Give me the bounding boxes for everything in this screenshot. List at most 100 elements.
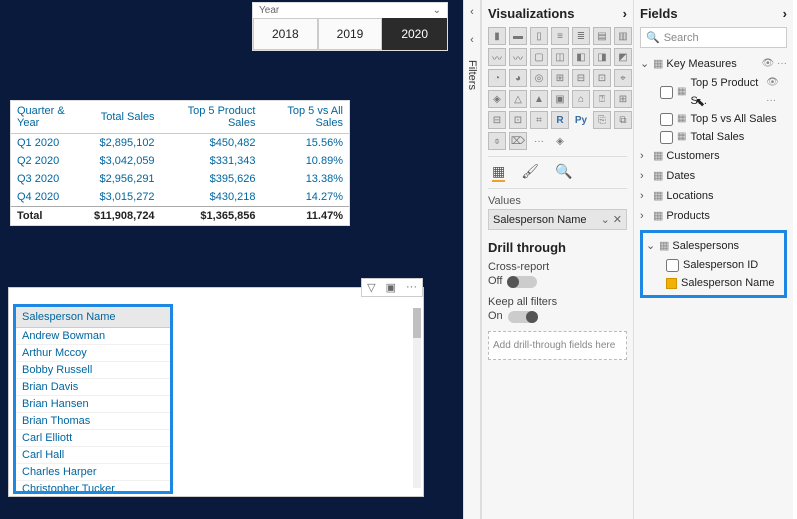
- table-row[interactable]: Q3 2020$2,956,291$395,62613.38%: [11, 170, 349, 188]
- field-item[interactable]: ▦Top 5 vs All Sales: [640, 110, 787, 128]
- table-node[interactable]: ›▦Locations: [640, 186, 787, 206]
- table-node[interactable]: ›▦Customers: [640, 146, 787, 166]
- drill-through-dropzone[interactable]: Add drill-through fields here: [488, 331, 627, 360]
- table-row[interactable]: Q2 2020$3,042,059$331,34310.89%: [11, 152, 349, 170]
- viz-type-icon[interactable]: ◨: [593, 48, 611, 66]
- viz-type-icon[interactable]: ⊡: [509, 111, 527, 129]
- viz-type-icon[interactable]: ◈: [488, 90, 506, 108]
- filters-pane-label[interactable]: Filters: [466, 60, 478, 90]
- keep-filters-toggle[interactable]: [508, 311, 538, 323]
- field-item[interactable]: Salesperson Name: [646, 274, 781, 292]
- viz-type-icon[interactable]: ⌽: [488, 132, 506, 150]
- viz-type-icon[interactable]: ▤: [593, 27, 611, 45]
- format-tab-icon[interactable]: 🖌: [521, 163, 539, 182]
- viz-type-icon[interactable]: ▮: [488, 27, 506, 45]
- table-node[interactable]: ›▦Products: [640, 206, 787, 226]
- viz-type-icon[interactable]: ◎: [530, 69, 548, 87]
- field-item[interactable]: ▦Top 5 Product S...👁 ···: [640, 74, 787, 110]
- field-checkbox[interactable]: [666, 259, 679, 272]
- sales-matrix-visual[interactable]: Quarter & YearTotal SalesTop 5 Product S…: [10, 100, 350, 226]
- viz-type-icon[interactable]: ▣: [551, 90, 569, 108]
- viz-type-icon[interactable]: ⌦: [509, 132, 527, 150]
- filter-icon[interactable]: ▽: [362, 279, 380, 296]
- column-header[interactable]: Quarter & Year: [11, 101, 88, 134]
- viz-type-icon[interactable]: 〰: [488, 48, 506, 66]
- viz-type-icon[interactable]: ▲: [530, 90, 548, 108]
- viz-type-icon[interactable]: ▬: [509, 27, 527, 45]
- column-header[interactable]: Top 5 vs All Sales: [261, 101, 349, 134]
- viz-type-icon[interactable]: ⊞: [614, 90, 632, 108]
- column-header[interactable]: Salesperson Name: [16, 307, 170, 328]
- viz-type-icon[interactable]: ⌗: [530, 111, 548, 129]
- salesperson-table-visual[interactable]: ▽ ▣ ··· Salesperson Name Andrew BowmanAr…: [8, 287, 424, 497]
- viz-type-icon[interactable]: 〰: [509, 48, 527, 66]
- focus-mode-icon[interactable]: ▣: [381, 279, 401, 296]
- viz-type-icon[interactable]: ⊟: [488, 111, 506, 129]
- viz-type-icon[interactable]: ◫: [551, 48, 569, 66]
- field-checkbox[interactable]: [660, 86, 673, 99]
- list-item[interactable]: Christopher Tucker: [16, 481, 170, 494]
- field-item[interactable]: Salesperson ID: [646, 256, 781, 274]
- viz-type-icon[interactable]: ▥: [614, 27, 632, 45]
- list-item[interactable]: Bobby Russell: [16, 362, 170, 379]
- viz-type-icon[interactable]: ≡: [551, 27, 569, 45]
- more-visuals-icon[interactable]: ···: [530, 132, 548, 150]
- fields-search[interactable]: 🔍 Search: [640, 27, 787, 48]
- visibility-icon[interactable]: 👁 ···: [766, 74, 787, 110]
- totals-row[interactable]: Total$11,908,724$1,365,85611.47%: [11, 207, 349, 226]
- viz-type-icon[interactable]: Py: [572, 111, 590, 129]
- remove-field-icon[interactable]: ✕: [613, 213, 622, 226]
- table-row[interactable]: Q1 2020$2,895,102$450,48215.56%: [11, 134, 349, 153]
- visibility-icon[interactable]: 👁 ···: [762, 55, 787, 73]
- table-node[interactable]: ⌄▦Key Measures👁 ···: [640, 54, 787, 74]
- viz-type-icon[interactable]: ◩: [614, 48, 632, 66]
- collapse-pane-icon[interactable]: ›: [783, 6, 787, 21]
- viz-type-icon[interactable]: ▯: [530, 27, 548, 45]
- year-option-2019[interactable]: 2019: [318, 18, 383, 50]
- table-row[interactable]: Q4 2020$3,015,272$430,21814.27%: [11, 188, 349, 207]
- viz-type-icon[interactable]: △: [509, 90, 527, 108]
- list-item[interactable]: Andrew Bowman: [16, 328, 170, 345]
- get-more-visuals-icon[interactable]: ◈: [551, 132, 569, 150]
- list-item[interactable]: Brian Thomas: [16, 413, 170, 430]
- collapsed-pane-1[interactable]: ‹ ‹ Filters: [463, 0, 481, 519]
- field-checkbox-checked[interactable]: [666, 278, 677, 289]
- field-item[interactable]: ▦Total Sales: [640, 128, 787, 146]
- expand-icon[interactable]: ‹: [470, 6, 474, 18]
- table-node[interactable]: ›▦Dates: [640, 166, 787, 186]
- fields-tab-icon[interactable]: ▦: [492, 163, 505, 182]
- viz-type-icon[interactable]: R: [551, 111, 569, 129]
- analytics-tab-icon[interactable]: 🔍: [555, 163, 572, 182]
- viz-type-icon[interactable]: ⊞: [551, 69, 569, 87]
- chevron-down-icon[interactable]: ⌄: [601, 213, 610, 226]
- viz-type-icon[interactable]: ⍰: [593, 90, 611, 108]
- column-header[interactable]: Total Sales: [88, 101, 161, 134]
- cross-report-toggle[interactable]: [507, 276, 537, 288]
- list-item[interactable]: Brian Hansen: [16, 396, 170, 413]
- field-checkbox[interactable]: [660, 131, 673, 144]
- values-well-field[interactable]: Salesperson Name ⌄✕: [488, 209, 627, 230]
- list-item[interactable]: Brian Davis: [16, 379, 170, 396]
- collapse-pane-icon[interactable]: ›: [623, 6, 627, 21]
- viz-type-icon[interactable]: ⌂: [572, 90, 590, 108]
- viz-type-icon[interactable]: ◕: [509, 69, 527, 87]
- year-option-2020[interactable]: 2020: [382, 18, 447, 50]
- year-option-2018[interactable]: 2018: [253, 18, 318, 50]
- year-slicer[interactable]: Year ⌄ 201820192020: [252, 2, 448, 51]
- vertical-scrollbar[interactable]: [413, 308, 421, 488]
- column-header[interactable]: Top 5 Product Sales: [161, 101, 262, 134]
- viz-type-icon[interactable]: ◔: [488, 69, 506, 87]
- viz-type-icon[interactable]: ⊟: [572, 69, 590, 87]
- list-item[interactable]: Charles Harper: [16, 464, 170, 481]
- report-canvas[interactable]: Year ⌄ 201820192020 Quarter & YearTotal …: [0, 0, 463, 519]
- chevron-down-icon[interactable]: ⌄: [433, 5, 441, 16]
- viz-type-icon[interactable]: ⊡: [593, 69, 611, 87]
- viz-type-icon[interactable]: ▢: [530, 48, 548, 66]
- more-options-icon[interactable]: ···: [401, 279, 422, 296]
- list-item[interactable]: Carl Hall: [16, 447, 170, 464]
- table-node[interactable]: ⌄▦Salespersons: [646, 236, 781, 256]
- viz-type-icon[interactable]: ≣: [572, 27, 590, 45]
- viz-type-icon[interactable]: ⎘: [593, 111, 611, 129]
- viz-type-icon[interactable]: ◧: [572, 48, 590, 66]
- list-item[interactable]: Arthur Mccoy: [16, 345, 170, 362]
